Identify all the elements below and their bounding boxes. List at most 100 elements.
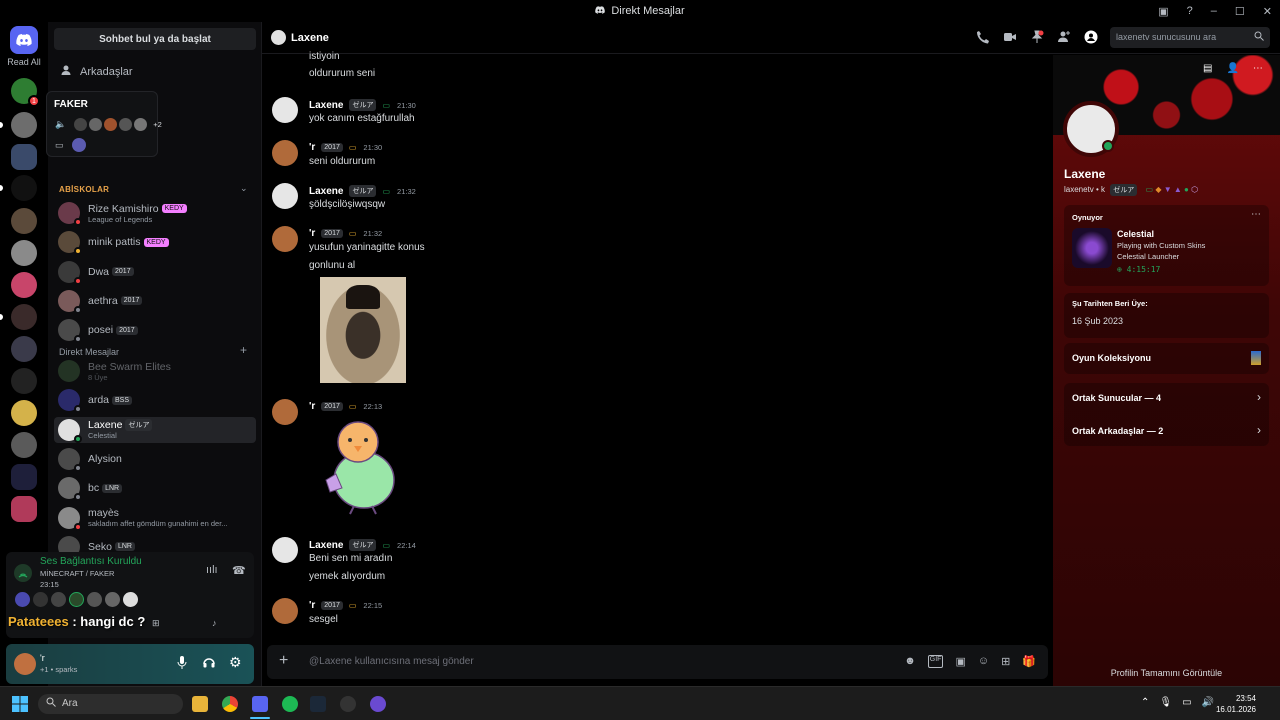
badge-icon[interactable]: ▲: [1174, 185, 1182, 194]
emoji-icon[interactable]: ☺: [978, 655, 989, 668]
avatar[interactable]: [33, 592, 48, 607]
help-icon[interactable]: ?: [1187, 5, 1193, 17]
clan-tag[interactable]: LNR: [102, 483, 123, 493]
settings-gear-icon[interactable]: ⚙: [229, 654, 242, 671]
discord-taskbar-icon[interactable]: [252, 696, 268, 712]
inbox-icon[interactable]: ▣: [1158, 5, 1168, 18]
server-icon[interactable]: [11, 272, 37, 298]
avatar[interactable]: [87, 592, 102, 607]
microphone-icon[interactable]: [177, 656, 187, 672]
dm-item[interactable]: arda BSS: [54, 387, 256, 414]
avatar[interactable]: [271, 30, 286, 45]
chevron-right-icon[interactable]: ›: [1257, 423, 1261, 437]
voice-channel-name[interactable]: MİNECRAFT / FAKER: [40, 569, 114, 578]
message-author[interactable]: Laxene: [309, 540, 343, 551]
avatar[interactable]: [51, 592, 66, 607]
disconnect-icon[interactable]: ☎: [232, 564, 246, 577]
home-button[interactable]: [10, 26, 38, 54]
chrome-icon[interactable]: [222, 696, 238, 712]
dm-item[interactable]: Alysion: [54, 446, 256, 472]
add-friend-icon[interactable]: 👤: [1226, 63, 1238, 74]
app-icon[interactable]: [340, 696, 356, 712]
server-icon[interactable]: [11, 304, 37, 330]
avatar[interactable]: [272, 140, 298, 166]
message-composer[interactable]: + @Laxene kullanıcısına mesaj gönder ☻ G…: [267, 645, 1048, 679]
dm-item[interactable]: mayès sakladım affet gömdüm gunahimi en d…: [54, 505, 256, 531]
chevron-up-icon[interactable]: ⌃: [1141, 697, 1149, 708]
avatar[interactable]: [272, 598, 298, 624]
server-icon[interactable]: 1: [11, 78, 40, 107]
avatar[interactable]: [272, 537, 298, 563]
clan-tag[interactable]: 2017: [321, 601, 343, 610]
clan-tag[interactable]: 2017: [321, 143, 343, 152]
dm-item[interactable]: Dwa 2017: [54, 259, 256, 285]
server-icon[interactable]: [11, 112, 37, 138]
clan-tag[interactable]: LNR: [114, 542, 135, 552]
add-friends-icon[interactable]: [1057, 30, 1071, 44]
message-author[interactable]: 'r: [309, 142, 315, 153]
pinned-messages-icon[interactable]: [1030, 30, 1044, 44]
dm-item[interactable]: Laxene ゼルア Celestial: [54, 416, 256, 443]
system-clock[interactable]: 23:54 16.01.2026: [1216, 693, 1256, 715]
server-icon[interactable]: [11, 400, 37, 426]
game-icon[interactable]: [1072, 228, 1112, 268]
clan-tag[interactable]: KEDY: [143, 237, 169, 247]
avatar[interactable]: [272, 183, 298, 209]
avatar[interactable]: [105, 592, 120, 607]
clan-tag[interactable]: ゼルア: [349, 185, 377, 197]
message-image[interactable]: [320, 277, 406, 383]
avatar[interactable]: [272, 226, 298, 252]
sticker[interactable]: [314, 420, 400, 516]
server-icon[interactable]: [11, 368, 37, 394]
dm-item[interactable]: Rize Kamishiro KEDY League of Legends: [54, 200, 256, 226]
message-author[interactable]: Laxene: [309, 186, 343, 197]
avatar[interactable]: [15, 592, 30, 607]
apps-icon[interactable]: ⊞: [1001, 655, 1010, 668]
server-folder-icon[interactable]: [11, 464, 37, 490]
video-call-icon[interactable]: [1003, 30, 1017, 44]
server-icon[interactable]: [11, 240, 37, 266]
steam-icon[interactable]: [310, 696, 326, 712]
gif-icon[interactable]: GIF: [927, 655, 944, 668]
avatar[interactable]: [272, 97, 298, 123]
user-profile-icon[interactable]: [1084, 30, 1098, 44]
signal-icon[interactable]: [14, 564, 32, 582]
gift-icon[interactable]: 🎁: [1022, 655, 1036, 668]
clan-tag[interactable]: 2017: [321, 229, 343, 238]
dm-item[interactable]: Bee Swarm Elites 8 Üye: [54, 358, 256, 384]
file-explorer-icon[interactable]: [192, 696, 208, 712]
badge-icon[interactable]: ⬡: [1191, 185, 1198, 194]
microphone-tray-icon[interactable]: 🎙: [1159, 697, 1172, 708]
chevron-down-icon[interactable]: ⌄: [240, 183, 248, 194]
activity-icon[interactable]: ⊞: [152, 618, 160, 629]
find-conversation-button[interactable]: Sohbet bul ya da başlat: [54, 28, 256, 50]
activity-more-icon[interactable]: ⋯: [1251, 209, 1261, 220]
dm-item[interactable]: aethra 2017: [54, 288, 256, 314]
clan-tag[interactable]: 2017: [321, 402, 343, 411]
server-icon[interactable]: [11, 432, 37, 458]
mutual-servers-link[interactable]: Ortak Sunucular — 4: [1072, 393, 1161, 403]
badge-icon[interactable]: ▭: [1146, 185, 1154, 194]
taskbar-search[interactable]: Ara: [38, 694, 183, 714]
avatar[interactable]: [69, 592, 84, 607]
windows-start-icon[interactable]: [12, 696, 28, 715]
stars-icon[interactable]: ☻: [904, 655, 916, 668]
headphones-icon[interactable]: [203, 656, 215, 671]
note-icon[interactable]: ▤: [1203, 63, 1212, 74]
volume-icon[interactable]: 🔊: [1202, 697, 1214, 708]
friends-nav[interactable]: Arkadaşlar: [60, 64, 133, 79]
mutual-friends-link[interactable]: Ortak Arkadaşlar — 2: [1072, 426, 1163, 436]
chat-header-name[interactable]: Laxene: [291, 32, 329, 44]
badge-icon[interactable]: ◆: [1155, 185, 1161, 194]
clan-tag[interactable]: BSS: [112, 395, 133, 405]
message-author[interactable]: 'r: [309, 228, 315, 239]
avatar[interactable]: [272, 399, 298, 425]
clan-tag[interactable]: ゼルア: [1110, 184, 1138, 196]
clan-tag[interactable]: ゼルア: [125, 419, 153, 432]
clan-tag[interactable]: ゼルア: [349, 539, 377, 551]
clan-tag[interactable]: KEDY: [161, 204, 187, 214]
noise-suppression-icon[interactable]: ıılı: [206, 564, 218, 576]
search-input[interactable]: laxenetv sunucusunu ara: [1110, 27, 1270, 48]
clan-tag[interactable]: 2017: [112, 267, 134, 277]
view-full-profile-link[interactable]: Profilin Tamamını Görüntüle: [1053, 668, 1280, 678]
